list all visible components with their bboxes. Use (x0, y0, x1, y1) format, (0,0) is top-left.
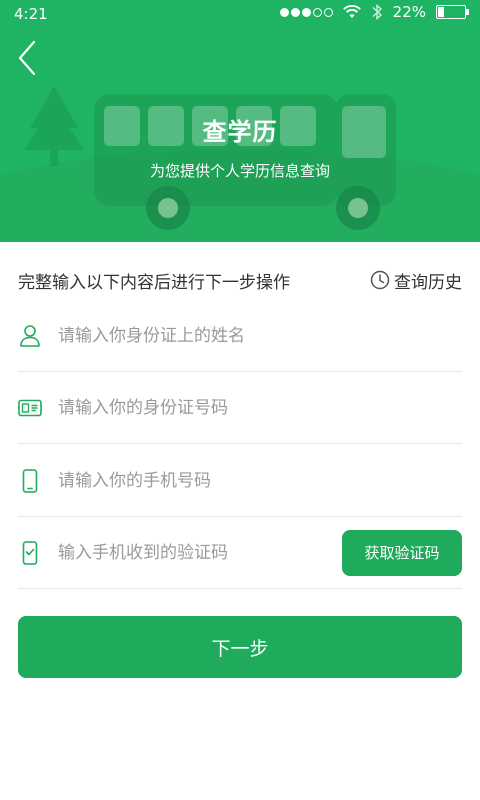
battery-level (438, 7, 444, 17)
id-number-input[interactable] (58, 397, 462, 418)
status-time: 4:21 (14, 5, 48, 23)
status-indicators: 22% (279, 3, 469, 21)
name-input[interactable] (58, 325, 462, 346)
next-step-button[interactable]: 下一步 (18, 616, 462, 678)
header-banner: 4:21 22% 查学历 为您提供个人学历信息查询 (0, 0, 480, 242)
verification-code-field-row: 获取验证码 (18, 517, 462, 589)
query-history-link[interactable]: 查询历史 (370, 268, 462, 293)
phone-icon (18, 468, 42, 493)
phone-field-row (18, 445, 462, 517)
page-subtitle: 为您提供个人学历信息查询 (149, 162, 330, 180)
signal-strength-icon (279, 7, 333, 17)
id-number-field-row (18, 372, 462, 444)
verification-code-input[interactable] (58, 542, 342, 563)
query-history-label: 查询历史 (394, 272, 462, 293)
wifi-icon (342, 5, 361, 18)
battery-icon (436, 5, 469, 19)
battery-percentage: 22% (392, 3, 426, 21)
phone-input[interactable] (58, 470, 462, 491)
bluetooth-icon (372, 3, 382, 21)
back-button[interactable] (14, 38, 42, 78)
get-code-button[interactable]: 获取验证码 (342, 529, 462, 576)
name-field-row (18, 300, 462, 372)
person-icon (18, 324, 42, 348)
page-title: 查学历 (202, 118, 278, 146)
chevron-left-icon (18, 40, 36, 76)
phone-check-icon (18, 540, 42, 565)
id-card-icon (18, 396, 42, 420)
status-bar: 4:21 22% (0, 0, 480, 28)
instruction-row: 完整输入以下内容后进行下一步操作 查询历史 (18, 264, 462, 296)
instruction-text: 完整输入以下内容后进行下一步操作 (18, 272, 290, 293)
clock-icon (370, 270, 390, 290)
